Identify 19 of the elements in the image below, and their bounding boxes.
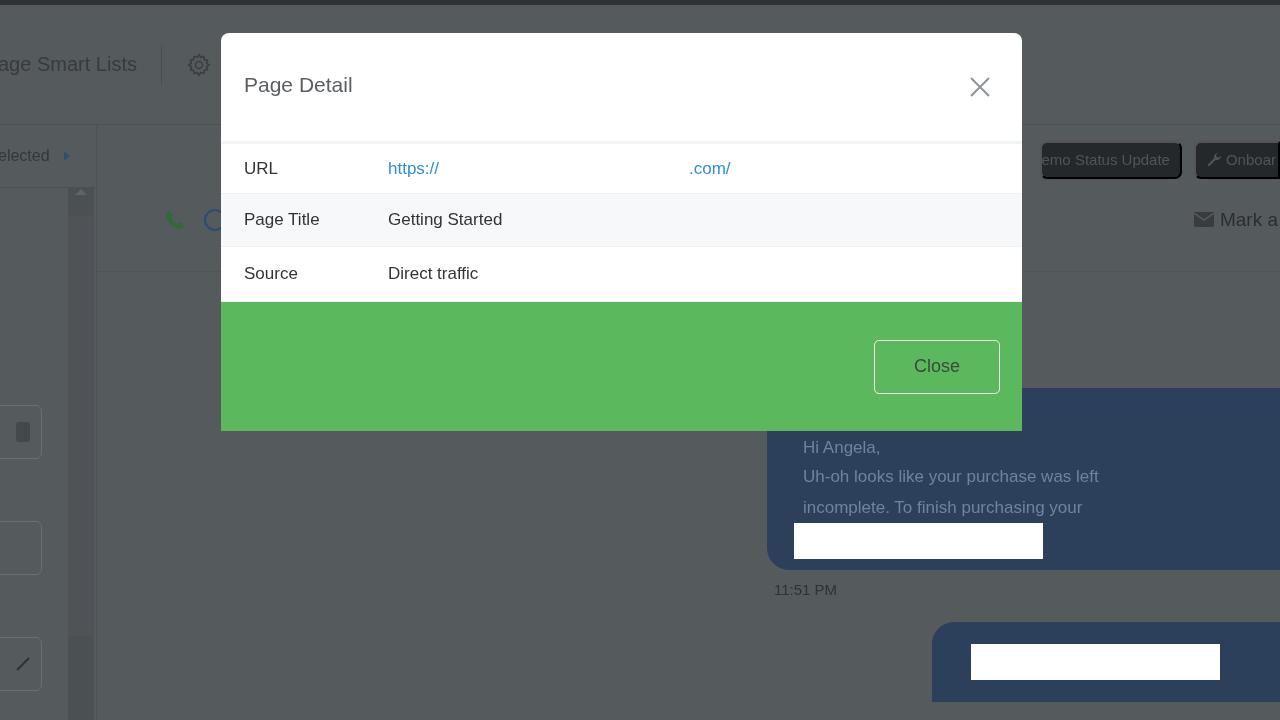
envelope-icon <box>1193 212 1214 227</box>
message-text: Uh-oh looks like your purchase was left incomplete. To finish purchasing your <box>803 466 1100 519</box>
side-button[interactable] <box>0 637 42 691</box>
side-button[interactable] <box>0 405 42 459</box>
caret-right-icon <box>63 151 70 161</box>
message-greeting: Hi Angela, <box>803 438 882 458</box>
field-label: Page Title <box>244 210 321 230</box>
phone-icon <box>165 209 185 230</box>
gear-icon <box>185 51 212 78</box>
field-label: URL <box>244 158 279 179</box>
field-label: Source <box>244 264 299 284</box>
field-value: Getting Started <box>388 210 503 230</box>
close-button[interactable]: Close <box>874 339 1000 394</box>
modal-title: Page Detail <box>244 73 353 97</box>
close-icon[interactable] <box>968 75 992 99</box>
url-link[interactable]: https:// <box>388 158 440 179</box>
url-link[interactable]: .com/ <box>689 158 731 179</box>
field-value: Direct traffic <box>388 264 479 284</box>
wrench-icon <box>1205 151 1222 168</box>
